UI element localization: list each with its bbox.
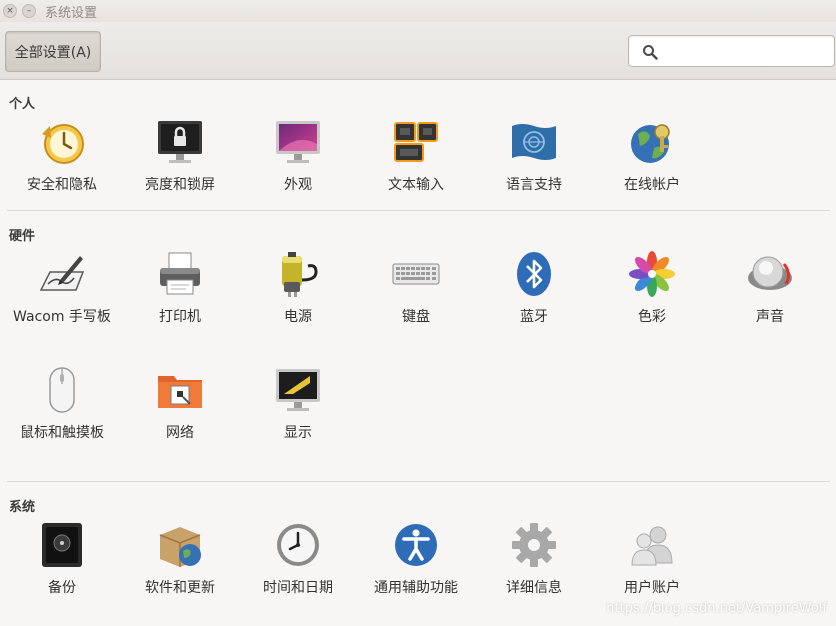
settings-item-mouse-touchpad[interactable]: 鼠标和触摸板 — [3, 366, 121, 444]
security-privacy-icon — [42, 124, 84, 164]
search-box[interactable] — [628, 35, 835, 67]
section-divider — [7, 210, 830, 211]
backup-icon — [42, 523, 82, 567]
user-accounts-icon — [631, 526, 673, 566]
settings-item-label: 外观 — [284, 177, 312, 193]
settings-item-user-accounts[interactable]: 用户账户 — [593, 521, 711, 599]
sound-icon — [748, 256, 792, 290]
close-icon: × — [6, 5, 14, 16]
settings-item-sound[interactable]: 声音 — [711, 250, 829, 328]
universal-access-icon — [395, 524, 437, 566]
software-updates-icon — [159, 527, 201, 567]
settings-item-text-entry[interactable]: 文本输入 — [357, 118, 475, 196]
settings-item-label: 软件和更新 — [145, 580, 215, 596]
section-title-hardware: 硬件 — [9, 229, 36, 244]
settings-item-printer[interactable]: 打印机 — [121, 250, 239, 328]
brightness-lock-icon — [158, 121, 202, 163]
appearance-icon — [276, 121, 320, 163]
settings-item-label: 安全和隐私 — [27, 177, 97, 193]
settings-item-label: 用户账户 — [624, 580, 680, 596]
settings-item-wacom-tablet[interactable]: Wacom 手写板 — [3, 250, 121, 328]
settings-item-label: 通用辅助功能 — [374, 580, 458, 596]
network-icon — [158, 376, 202, 408]
settings-item-keyboard[interactable]: 键盘 — [357, 250, 475, 328]
settings-item-label: 声音 — [756, 309, 784, 325]
bluetooth-icon — [517, 252, 551, 296]
color-icon — [629, 251, 675, 297]
settings-item-color[interactable]: 色彩 — [593, 250, 711, 328]
keyboard-icon — [392, 263, 440, 285]
settings-item-label: 亮度和锁屏 — [145, 177, 215, 193]
settings-item-details[interactable]: 详细信息 — [475, 521, 593, 599]
settings-item-label: 详细信息 — [506, 580, 562, 596]
power-icon — [282, 252, 318, 297]
settings-item-label: 网络 — [166, 425, 194, 441]
settings-item-bluetooth[interactable]: 蓝牙 — [475, 250, 593, 328]
settings-item-online-accounts[interactable]: 在线帐户 — [593, 118, 711, 196]
minimize-icon: – — [26, 5, 32, 16]
settings-item-time-date[interactable]: 时间和日期 — [239, 521, 357, 599]
settings-item-label: 电源 — [284, 309, 312, 325]
mouse-touchpad-icon — [49, 367, 75, 413]
settings-item-power[interactable]: 电源 — [239, 250, 357, 328]
toolbar: 全部设置(A) — [0, 22, 836, 80]
settings-item-label: 打印机 — [159, 309, 201, 325]
section-divider — [7, 481, 830, 482]
settings-item-label: 键盘 — [402, 309, 430, 325]
title-bar: × – 系统设置 — [0, 0, 836, 22]
language-support-icon — [512, 124, 556, 160]
watermark-text: https://blog.csdn.net/VampireWolf — [606, 601, 827, 616]
settings-item-label: 显示 — [284, 425, 312, 441]
minimize-window-button[interactable]: – — [22, 4, 36, 18]
printer-icon — [160, 252, 200, 295]
text-entry-icon — [394, 122, 438, 162]
section-title-personal: 个人 — [9, 97, 36, 112]
online-accounts-icon — [631, 124, 670, 163]
wacom-tablet-icon — [39, 256, 85, 291]
settings-item-label: 备份 — [48, 580, 76, 596]
settings-item-label: 文本输入 — [388, 177, 444, 193]
time-date-icon — [277, 524, 319, 566]
settings-item-network[interactable]: 网络 — [121, 366, 239, 444]
settings-item-label: Wacom 手写板 — [13, 309, 111, 325]
all-settings-button[interactable]: 全部设置(A) — [5, 31, 101, 72]
settings-item-label: 鼠标和触摸板 — [20, 425, 104, 441]
settings-item-brightness-lock[interactable]: 亮度和锁屏 — [121, 118, 239, 196]
settings-item-label: 色彩 — [638, 309, 666, 325]
window-title: 系统设置 — [45, 5, 98, 21]
details-icon — [512, 523, 556, 567]
settings-item-label: 时间和日期 — [263, 580, 333, 596]
settings-item-label: 蓝牙 — [520, 309, 548, 325]
settings-item-security-privacy[interactable]: 安全和隐私 — [3, 118, 121, 196]
section-title-system: 系统 — [9, 500, 36, 515]
settings-item-language-support[interactable]: 语言支持 — [475, 118, 593, 196]
search-input[interactable] — [663, 40, 829, 62]
display-icon — [276, 369, 320, 411]
settings-item-backup[interactable]: 备份 — [3, 521, 121, 599]
settings-item-universal-access[interactable]: 通用辅助功能 — [357, 521, 475, 599]
settings-item-label: 在线帐户 — [624, 177, 680, 193]
settings-item-display[interactable]: 显示 — [239, 366, 357, 444]
close-window-button[interactable]: × — [3, 4, 17, 18]
settings-item-label: 语言支持 — [506, 177, 562, 193]
settings-item-software-updates[interactable]: 软件和更新 — [121, 521, 239, 599]
search-icon — [643, 45, 658, 60]
settings-item-appearance[interactable]: 外观 — [239, 118, 357, 196]
